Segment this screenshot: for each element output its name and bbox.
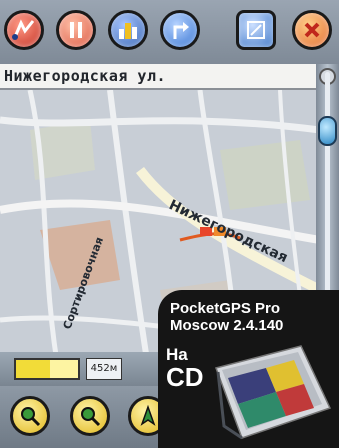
cd-title-line1: PocketGPS Pro	[170, 300, 281, 317]
zoom-out-button[interactable]	[70, 396, 110, 436]
cd-title: PocketGPS Pro Moscow 2.4.140	[170, 300, 283, 334]
zoom-in-button[interactable]	[10, 396, 50, 436]
city-icon	[119, 23, 137, 39]
pause-icon	[70, 22, 82, 38]
cd-case-image	[215, 345, 332, 440]
magnifier-minus-icon	[81, 407, 101, 427]
gps-icon	[140, 404, 156, 426]
close-button[interactable]	[292, 10, 332, 50]
magnifier-plus-icon	[21, 407, 41, 427]
cd-overlay: PocketGPS Pro Moscow 2.4.140 На CD	[158, 290, 339, 448]
street-name: Нижегородская ул.	[4, 67, 167, 85]
cd-title-line2: Moscow 2.4.140	[170, 317, 284, 334]
slider-knob[interactable]	[318, 116, 337, 146]
turn-arrow-icon	[173, 22, 189, 39]
top-toolbar	[0, 0, 339, 64]
close-icon	[304, 22, 320, 38]
cd-label: CD	[166, 362, 204, 392]
fullscreen-icon	[247, 21, 265, 39]
scale-indicator: 452м	[86, 358, 122, 380]
city-button[interactable]	[108, 10, 148, 50]
app-screen: Нижегородская ул. Нижегородская Сортиров…	[0, 0, 339, 448]
pause-button[interactable]	[56, 10, 96, 50]
route-icon	[12, 19, 35, 40]
gps-signal-meter	[14, 358, 80, 380]
fullscreen-button[interactable]	[236, 10, 276, 50]
address-bar[interactable]: Нижегородская ул.	[0, 64, 320, 90]
gps-signal-fill	[16, 360, 51, 378]
route-button[interactable]	[4, 10, 44, 50]
turn-button[interactable]	[160, 10, 200, 50]
